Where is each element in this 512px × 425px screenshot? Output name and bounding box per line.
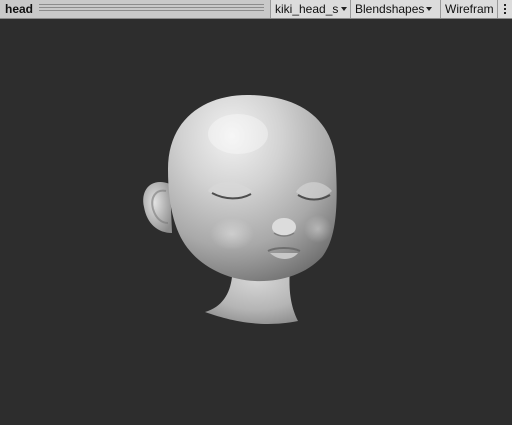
drag-handle[interactable] <box>39 4 264 12</box>
mesh-preview-viewport[interactable] <box>0 19 512 425</box>
blendshapes-dropdown[interactable]: Blendshapes <box>350 0 440 18</box>
chevron-down-icon <box>426 7 433 11</box>
wireframe-button[interactable]: Wireframe <box>440 0 497 18</box>
chevron-down-icon <box>341 7 347 11</box>
mesh-dropdown-label: kiki_head_sha <box>275 2 339 16</box>
preview-title: head <box>5 2 34 16</box>
mesh-dropdown[interactable]: kiki_head_sha <box>270 0 350 18</box>
more-options-button[interactable] <box>497 0 512 18</box>
head-mesh-preview <box>143 94 337 324</box>
blendshapes-dropdown-label: Blendshapes <box>355 2 425 16</box>
vertical-ellipsis-icon <box>504 4 506 14</box>
preview-toolbar: head kiki_head_sha Blendshapes Wireframe <box>0 0 512 19</box>
wireframe-button-label: Wireframe <box>445 2 493 16</box>
ear-shape <box>143 181 172 233</box>
